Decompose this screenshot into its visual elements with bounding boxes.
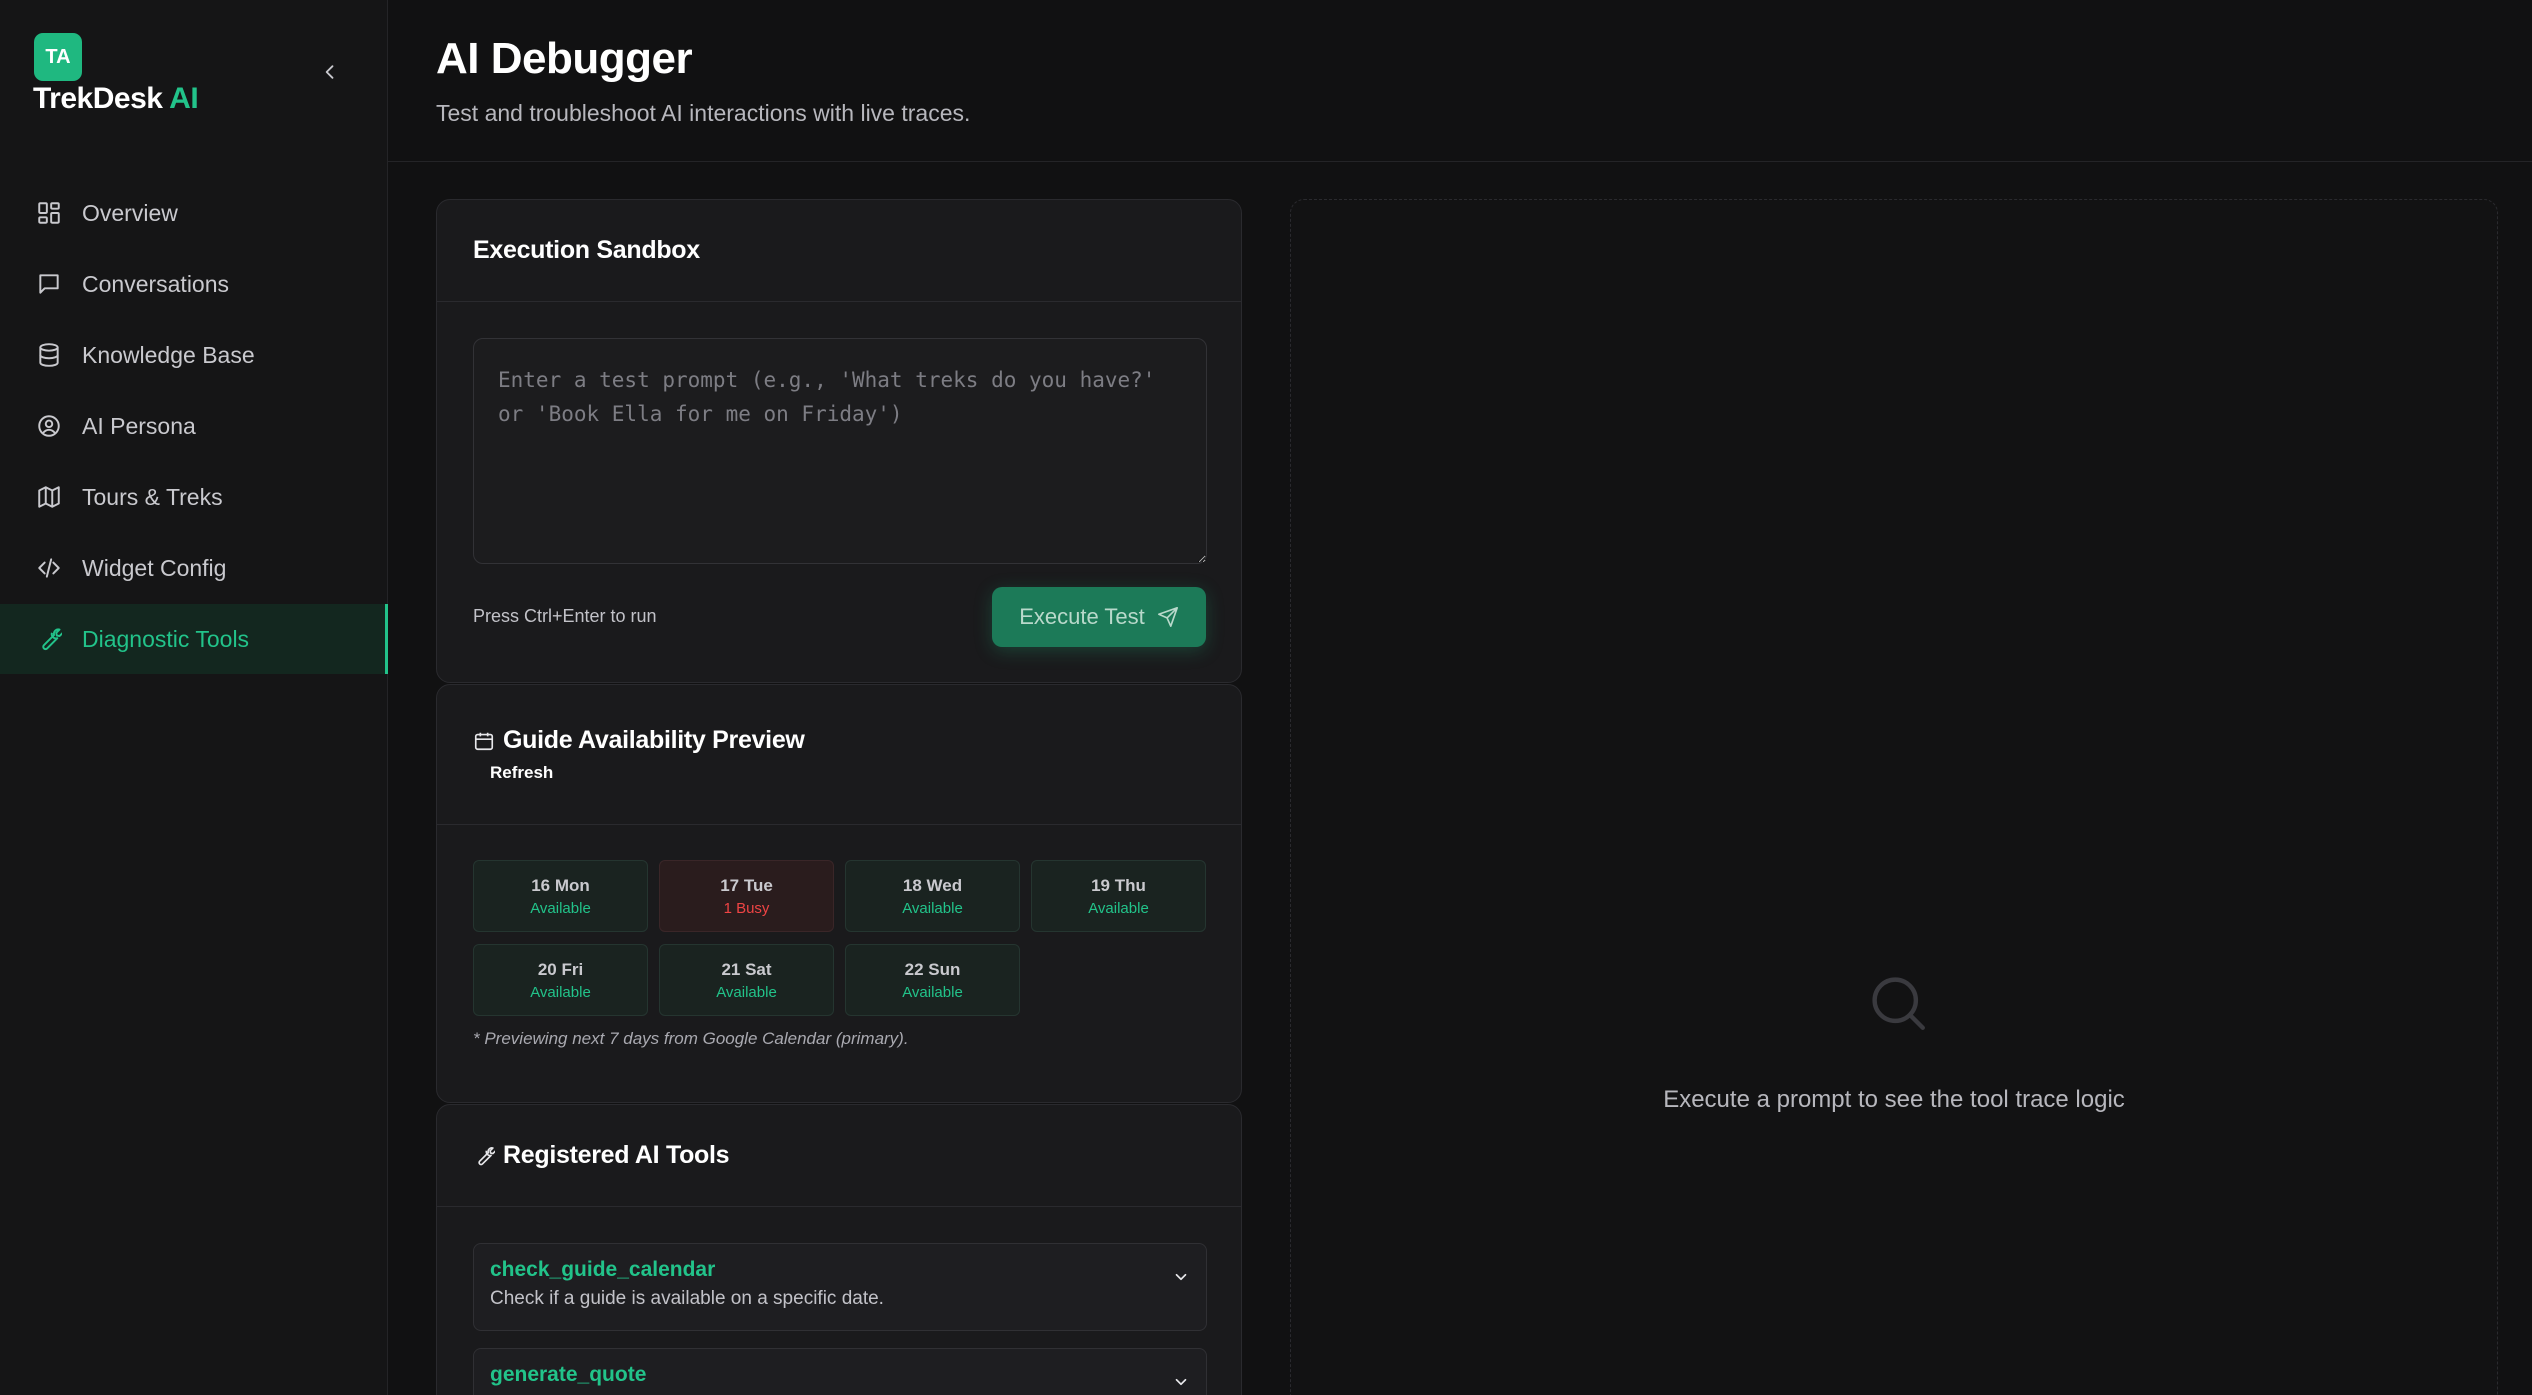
page-subtitle: Test and troubleshoot AI interactions wi… — [436, 100, 971, 126]
sidebar-item-tours-treks[interactable]: Tours & Treks — [0, 462, 388, 532]
day-cell: 18 Wed Available — [845, 860, 1020, 932]
sidebar-item-conversations[interactable]: Conversations — [0, 249, 388, 319]
day-cell: 20 Fri Available — [473, 944, 648, 1016]
chevron-down-icon — [1175, 1378, 1187, 1386]
day-cell: 22 Sun Available — [845, 944, 1020, 1016]
tool-item[interactable]: check_guide_calendar Check if a guide is… — [473, 1243, 1207, 1331]
day-status: 1 Busy — [723, 899, 770, 917]
sidebar-nav: Overview Conversations Knowledge Base AI… — [0, 178, 388, 675]
trace-panel — [1290, 199, 2498, 1395]
day-label: 16 Mon — [531, 875, 590, 895]
database-icon — [34, 340, 64, 370]
page-title: AI Debugger — [436, 34, 693, 83]
sidebar-item-label: Tours & Treks — [82, 483, 223, 510]
sidebar-item-label: Widget Config — [82, 554, 227, 581]
test-prompt-input[interactable] — [473, 338, 1207, 564]
sidebar-item-label: Knowledge Base — [82, 341, 255, 368]
day-status: Available — [530, 899, 591, 917]
availability-note: * Previewing next 7 days from Google Cal… — [473, 1029, 909, 1048]
sidebar-item-overview[interactable]: Overview — [0, 178, 388, 248]
day-label: 18 Wed — [902, 875, 963, 895]
tool-name: check_guide_calendar — [490, 1258, 716, 1281]
day-status: Available — [1088, 899, 1149, 917]
tool-item[interactable]: generate_quote — [473, 1348, 1207, 1395]
wrench-icon — [478, 1146, 495, 1165]
code-icon — [34, 553, 64, 583]
sidebar-item-ai-persona[interactable]: AI Persona — [0, 391, 388, 461]
brand-name-accent: AI — [169, 82, 199, 115]
day-label: 17 Tue — [720, 875, 773, 895]
sidebar-item-label: Diagnostic Tools — [82, 625, 250, 652]
day-label: 21 Sat — [721, 959, 772, 979]
day-status: Available — [902, 983, 963, 1001]
sidebar-item-label: Conversations — [82, 270, 230, 297]
calendar-icon — [474, 732, 494, 750]
card-title: Guide Availability Preview — [503, 726, 805, 754]
availability-grid: 16 Mon Available 17 Tue 1 Busy 18 Wed Avail… — [473, 860, 1207, 1016]
wrench-icon — [34, 624, 64, 654]
day-status: Available — [530, 983, 591, 1001]
tool-name: generate_quote — [490, 1363, 647, 1386]
day-label: 22 Sun — [904, 959, 961, 979]
day-cell: 19 Thu Available — [1031, 860, 1206, 932]
search-icon — [1872, 977, 1925, 1030]
execute-test-button[interactable]: Execute Test — [992, 587, 1206, 647]
execute-test-label: Execute Test — [1019, 604, 1145, 629]
card-title: Registered AI Tools — [503, 1141, 730, 1169]
user-circle-icon — [34, 411, 64, 441]
day-cell: 17 Tue 1 Busy — [659, 860, 834, 932]
sidebar-item-diagnostic-tools[interactable]: Diagnostic Tools — [0, 604, 388, 674]
card-header: Registered AI Tools — [437, 1105, 1241, 1207]
brand-name: TrekDesk — [33, 82, 163, 115]
chat-bubble-icon — [34, 269, 64, 299]
day-label: 20 Fri — [537, 959, 584, 979]
grid-icon — [34, 198, 64, 228]
guide-availability-card: Guide Availability Preview Refresh 16 Mo… — [436, 684, 1242, 1103]
card-title-row: Guide Availability Preview — [473, 726, 805, 755]
card-header: Execution Sandbox — [437, 200, 1241, 302]
page-header: AI Debugger Test and troubleshoot AI int… — [388, 0, 2532, 162]
logo-badge: TA — [34, 33, 82, 81]
brand-logo: TrekDesk AI — [33, 82, 199, 116]
day-cell: 21 Sat Available — [659, 944, 834, 1016]
refresh-button[interactable]: Refresh — [490, 763, 553, 783]
card-title: Execution Sandbox — [473, 236, 700, 264]
map-icon — [34, 482, 64, 512]
collapse-sidebar-button[interactable] — [318, 60, 342, 84]
day-status: Available — [902, 899, 963, 917]
sidebar-item-label: Overview — [82, 199, 178, 226]
tool-description: Check if a guide is available on a speci… — [490, 1288, 884, 1309]
execution-sandbox-card: Execution Sandbox Press Ctrl+Enter to ru… — [436, 199, 1242, 683]
shortcut-hint: Press Ctrl+Enter to run — [473, 606, 657, 626]
day-status: Available — [716, 983, 777, 1001]
day-label: 19 Thu — [1091, 875, 1146, 895]
chevron-left-icon — [325, 65, 334, 79]
send-icon — [1157, 607, 1178, 627]
registered-tools-card: Registered AI Tools check_guide_calendar… — [436, 1104, 1242, 1395]
chevron-down-icon — [1175, 1273, 1187, 1281]
day-cell: 16 Mon Available — [473, 860, 648, 932]
sidebar-item-knowledge-base[interactable]: Knowledge Base — [0, 320, 388, 390]
sidebar-item-label: AI Persona — [82, 412, 196, 439]
sidebar-item-widget-config[interactable]: Widget Config — [0, 533, 388, 603]
sidebar: TA TrekDesk AI Overview Conversations Kn… — [0, 0, 388, 1395]
card-header: Guide Availability Preview Refresh — [437, 685, 1241, 825]
trace-empty-message: Execute a prompt to see the tool trace l… — [1663, 1086, 2125, 1113]
